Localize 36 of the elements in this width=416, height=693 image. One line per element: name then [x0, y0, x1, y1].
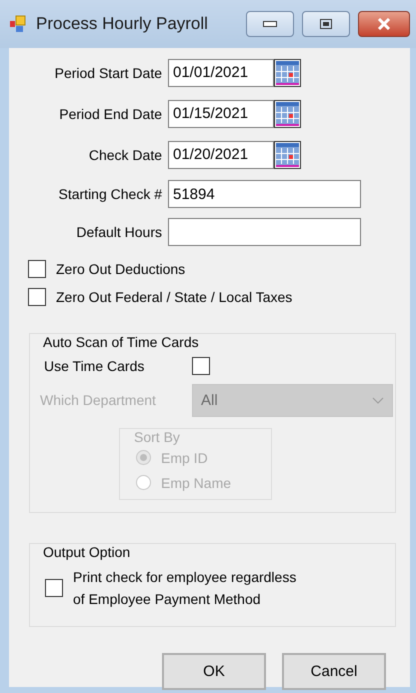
checkbox[interactable] — [192, 357, 210, 375]
checkbox-label: Print check for employee regardless of Employee Payment Method — [73, 568, 296, 609]
field-label: Period End Date — [58, 106, 163, 122]
dialog-button[interactable]: OK — [162, 653, 266, 690]
input-field[interactable]: 51894 — [168, 180, 361, 208]
minimize-icon — [263, 21, 277, 27]
window-title: Process Hourly Payroll — [36, 14, 209, 34]
close-button[interactable] — [358, 11, 410, 37]
date-field[interactable]: 01/15/2021 — [168, 100, 274, 128]
maximize-icon — [320, 19, 332, 29]
close-icon — [377, 18, 391, 30]
field-label: Default Hours — [75, 224, 163, 240]
field-label: Which Department — [40, 392, 157, 408]
minimize-button[interactable] — [246, 11, 294, 37]
maximize-button[interactable] — [302, 11, 350, 37]
checkbox-label: Zero Out Federal / State / Local Taxes — [56, 289, 292, 305]
calendar-icon[interactable] — [274, 100, 301, 128]
calendar-icon[interactable] — [274, 58, 301, 86]
radio-label: Emp Name — [161, 474, 232, 490]
checkbox[interactable] — [45, 579, 63, 597]
dropdown-value: All — [201, 392, 218, 408]
checkbox[interactable] — [28, 288, 46, 306]
input-field[interactable] — [168, 218, 361, 246]
field-label: Period Start Date — [54, 64, 163, 80]
field-label: Starting Check # — [58, 186, 163, 202]
dialog-button[interactable]: Cancel — [282, 653, 386, 690]
app-icon — [10, 15, 28, 33]
calendar-icon[interactable] — [274, 140, 301, 168]
date-field[interactable]: 01/01/2021 — [168, 58, 274, 86]
checkbox[interactable] — [28, 260, 46, 278]
date-field[interactable]: 01/20/2021 — [168, 140, 274, 168]
checkbox-label: Use Time Cards — [44, 358, 146, 374]
radio-label: Emp ID — [161, 450, 208, 466]
checkbox-label: Zero Out Deductions — [56, 261, 186, 277]
field-label: Check Date — [88, 146, 163, 162]
chevron-down-icon — [372, 396, 384, 404]
